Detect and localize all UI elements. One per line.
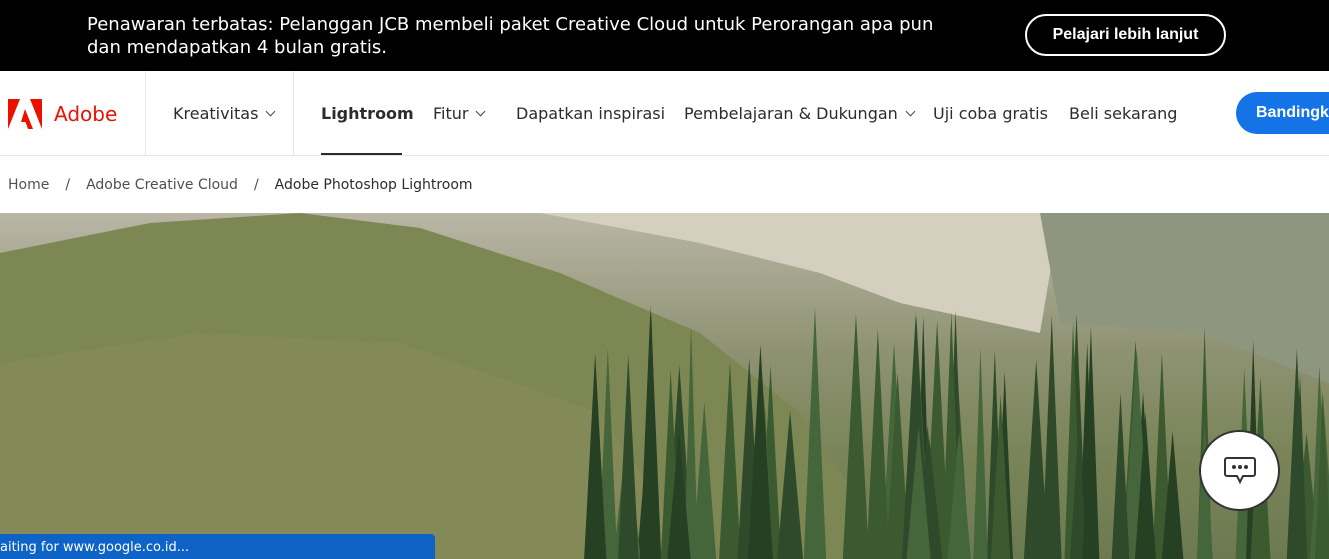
promo-text: Penawaran terbatas: Pelanggan JCB membel…	[87, 14, 934, 58]
nav-label: Lightroom	[321, 104, 414, 123]
nav-label: Dapatkan inspirasi	[516, 104, 666, 123]
nav-label: Pembelajaran & Dukungan	[684, 104, 898, 123]
adobe-logo-link[interactable]: Adobe	[8, 71, 117, 156]
learn-more-button[interactable]: Pelajari lebih lanjut	[1025, 14, 1226, 56]
breadcrumb-separator: /	[253, 176, 259, 193]
nav-label: Uji coba gratis	[933, 104, 1048, 123]
breadcrumb-creative-cloud[interactable]: Adobe Creative Cloud	[86, 177, 238, 193]
breadcrumb: Home / Adobe Creative Cloud / Adobe Phot…	[0, 156, 1329, 213]
chevron-down-icon	[265, 106, 276, 116]
adobe-logo-icon	[8, 98, 42, 129]
chat-bubble-icon	[1223, 456, 1256, 484]
tree-shape	[973, 347, 988, 559]
nav-beli[interactable]: Beli sekarang	[1069, 71, 1177, 156]
promo-banner: Penawaran terbatas: Pelanggan JCB membel…	[0, 0, 1329, 71]
nav-lightroom[interactable]: Lightroom	[321, 71, 414, 156]
tree-shape	[1111, 392, 1130, 559]
breadcrumb-home[interactable]: Home	[8, 177, 49, 193]
nav-label: Beli sekarang	[1069, 104, 1178, 123]
chevron-down-icon	[905, 106, 916, 116]
breadcrumb-separator: /	[65, 176, 71, 193]
landscape-illustration	[0, 213, 1329, 559]
tree-shape	[866, 328, 890, 559]
brand-name: Adobe	[54, 101, 118, 126]
chat-button[interactable]	[1201, 432, 1278, 509]
browser-status-bar: aiting for www.google.co.id...	[0, 534, 435, 559]
nav-inspirasi[interactable]: Dapatkan inspirasi	[516, 71, 665, 156]
tree-shape	[842, 313, 870, 559]
nav-uji-coba[interactable]: Uji coba gratis	[933, 71, 1048, 156]
nav-label: Fitur	[433, 104, 469, 123]
global-nav: Adobe Kreativitas Lightroom Fitur Dapatk…	[0, 71, 1329, 156]
compare-button[interactable]: Bandingkan	[1236, 92, 1329, 134]
nav-pembelajaran[interactable]: Pembelajaran & Dukungan	[684, 71, 916, 156]
tree-shape	[1041, 315, 1062, 559]
active-indicator	[321, 153, 402, 155]
nav-fitur[interactable]: Fitur	[433, 71, 486, 156]
hero-image	[0, 213, 1329, 559]
breadcrumb-current: Adobe Photoshop Lightroom	[274, 176, 473, 193]
nav-label: Kreativitas	[173, 104, 259, 123]
chevron-down-icon	[476, 106, 486, 116]
nav-kreativitas[interactable]: Kreativitas	[173, 71, 276, 156]
